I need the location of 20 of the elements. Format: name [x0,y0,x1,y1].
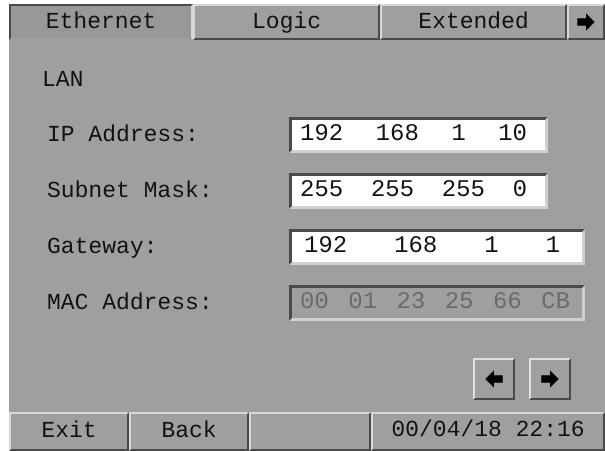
section-title: LAN [42,68,84,92]
field-label: IP Address: [47,121,199,149]
bottom-button[interactable]: Back [129,412,249,451]
previous-button[interactable] [473,358,515,400]
right-arrow-icon [576,12,596,32]
field-label: Subnet Mask: [47,177,213,205]
left-arrow-icon [484,369,504,389]
date-time-display: 00/04/18 22:16 [371,412,605,451]
next-tab-button[interactable] [567,4,605,40]
tab[interactable]: Ethernet [9,4,193,40]
address-field[interactable]: 192 168 1 10 [289,117,548,153]
tab[interactable]: Logic [193,4,380,40]
field-label: Gateway: [47,233,158,261]
next-button[interactable] [529,358,571,400]
tab[interactable]: Extended [380,4,567,40]
right-arrow-icon [540,369,560,389]
field-label: MAC Address: [47,289,213,317]
bottom-button[interactable]: Exit [9,412,129,451]
address-field[interactable]: 192 168 1 1 [289,229,585,265]
address-field[interactable]: 255 255 255 0 [289,173,548,209]
